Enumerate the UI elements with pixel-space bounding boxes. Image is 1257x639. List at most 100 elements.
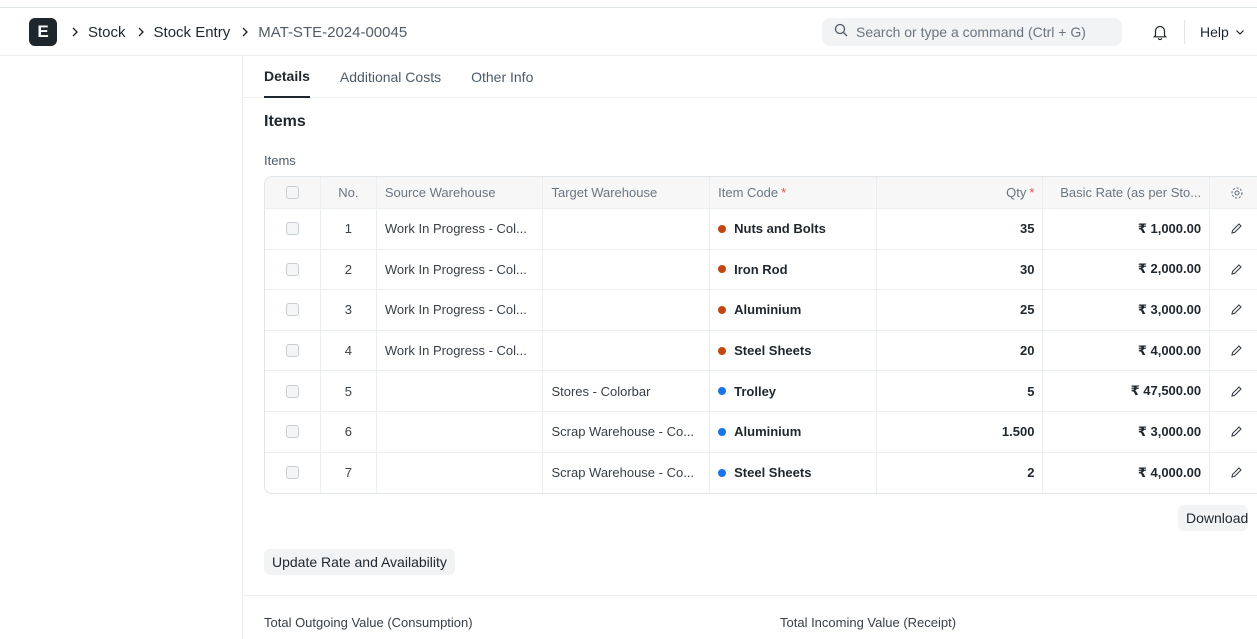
gear-icon[interactable]	[1230, 186, 1244, 200]
item-code-cell[interactable]: Aluminium	[710, 290, 877, 330]
table-row[interactable]: 6 Scrap Warehouse - Co... Aluminium 1.500 ₹ …	[265, 411, 1257, 453]
edit-icon[interactable]	[1230, 344, 1243, 357]
row-select-cell	[265, 249, 321, 290]
breadcrumb: Stock Stock Entry MAT-STE-2024-00045	[70, 8, 417, 56]
row-select-cell	[265, 371, 321, 411]
table-row[interactable]: 7 Scrap Warehouse - Co... Steel Sheets 2 ₹ 4…	[265, 452, 1257, 494]
row-checkbox[interactable]	[285, 344, 299, 358]
source-warehouse-cell[interactable]: Work In Progress - Col...	[377, 249, 544, 290]
table-row[interactable]: 4 Work In Progress - Col... Steel Sheets 20…	[265, 330, 1257, 372]
edit-icon[interactable]	[1230, 466, 1243, 479]
table-header: No. Source Warehouse Target Warehouse It…	[265, 177, 1257, 209]
help-label: Help	[1200, 24, 1229, 40]
table-body: 1 Work In Progress - Col... Nuts and Bolts…	[265, 209, 1257, 494]
help-dropdown[interactable]: Help	[1200, 24, 1245, 40]
header-target-warehouse: Target Warehouse	[543, 177, 711, 208]
update-rate-button[interactable]: Update Rate and Availability	[264, 549, 455, 575]
navbar: E Stock Stock Entry MAT-STE-2024-00045 H…	[0, 8, 1257, 56]
row-number: 2	[321, 249, 377, 290]
download-button[interactable]: Download	[1178, 505, 1249, 531]
basic-rate-cell[interactable]: ₹ 2,000.00	[1043, 249, 1211, 290]
table-row[interactable]: 2 Work In Progress - Col... Iron Rod 30 ₹ 2,…	[265, 249, 1257, 291]
row-number: 4	[321, 330, 377, 371]
item-code: Aluminium	[734, 302, 802, 318]
header-basic-rate: Basic Rate (as per Sto...	[1043, 177, 1211, 208]
item-code-cell[interactable]: Trolley	[710, 371, 877, 411]
item-code: Nuts and Bolts	[734, 221, 826, 237]
target-warehouse-cell[interactable]: Stores - Colorbar	[543, 371, 711, 411]
tab-other-info[interactable]: Other Info	[471, 56, 533, 98]
row-action-cell	[1210, 290, 1257, 330]
tab-additional-costs[interactable]: Additional Costs	[340, 56, 441, 98]
main-content: Details Additional Costs Other Info Item…	[244, 56, 1257, 639]
edit-icon[interactable]	[1230, 263, 1243, 276]
search-bar[interactable]	[822, 18, 1122, 46]
qty-cell[interactable]: 35	[877, 209, 1044, 249]
chevron-right-icon	[136, 27, 146, 37]
basic-rate-cell[interactable]: ₹ 3,000.00	[1043, 411, 1211, 452]
search-input[interactable]	[856, 24, 1116, 40]
basic-rate-cell[interactable]: ₹ 4,000.00	[1043, 330, 1211, 371]
tab-details[interactable]: Details	[264, 56, 310, 98]
source-warehouse-cell[interactable]	[377, 371, 544, 411]
row-checkbox[interactable]	[285, 303, 299, 317]
basic-rate-cell[interactable]: ₹ 47,500.00	[1043, 371, 1211, 411]
edit-icon[interactable]	[1230, 385, 1243, 398]
item-code-cell[interactable]: Steel Sheets	[710, 452, 877, 494]
search-icon	[834, 23, 848, 42]
qty-cell[interactable]: 2	[877, 452, 1044, 494]
status-dot	[718, 468, 727, 477]
row-checkbox[interactable]	[285, 466, 299, 480]
source-warehouse-cell[interactable]: Work In Progress - Col...	[377, 209, 544, 249]
table-row[interactable]: 3 Work In Progress - Col... Aluminium 25 ₹ 3…	[265, 290, 1257, 331]
item-code-cell[interactable]: Aluminium	[710, 411, 877, 452]
select-all-checkbox[interactable]	[285, 186, 299, 199]
basic-rate-cell[interactable]: ₹ 3,000.00	[1043, 290, 1211, 330]
source-warehouse-cell[interactable]: Work In Progress - Col...	[377, 330, 544, 371]
row-select-cell	[265, 330, 321, 371]
edit-icon[interactable]	[1230, 222, 1243, 235]
row-checkbox[interactable]	[285, 262, 299, 276]
basic-rate-cell[interactable]: ₹ 4,000.00	[1043, 452, 1211, 494]
target-warehouse-cell[interactable]: Scrap Warehouse - Co...	[543, 411, 711, 452]
row-checkbox[interactable]	[285, 222, 299, 236]
breadcrumb-stock[interactable]: Stock	[88, 24, 126, 41]
source-warehouse-cell[interactable]	[377, 411, 544, 452]
target-warehouse-cell[interactable]	[543, 290, 711, 330]
required-marker: *	[781, 185, 787, 200]
item-code-cell[interactable]: Nuts and Bolts	[710, 209, 877, 249]
status-dot	[718, 224, 727, 233]
row-number: 7	[321, 452, 377, 494]
row-checkbox[interactable]	[285, 384, 299, 398]
row-number: 1	[321, 209, 377, 249]
breadcrumb-stock-entry[interactable]: Stock Entry	[154, 24, 231, 41]
item-code-cell[interactable]: Iron Rod	[710, 249, 877, 290]
select-all-cell	[265, 177, 321, 208]
qty-cell[interactable]: 30	[877, 249, 1044, 290]
source-warehouse-cell[interactable]: Work In Progress - Col...	[377, 290, 544, 330]
row-action-cell	[1210, 412, 1257, 452]
sidebar	[0, 56, 243, 639]
target-warehouse-cell[interactable]	[543, 209, 711, 249]
edit-icon[interactable]	[1230, 303, 1243, 316]
app-logo[interactable]: E	[29, 18, 57, 46]
target-warehouse-cell[interactable]	[543, 249, 711, 290]
qty-cell[interactable]: 5	[877, 371, 1044, 411]
table-row[interactable]: 5 Stores - Colorbar Trolley 5 ₹ 47,500.00	[265, 371, 1257, 412]
status-dot	[718, 427, 727, 436]
item-code-cell[interactable]: Steel Sheets	[710, 330, 877, 371]
source-warehouse-cell[interactable]	[377, 452, 544, 494]
column-settings-cell	[1210, 177, 1257, 208]
table-row[interactable]: 1 Work In Progress - Col... Nuts and Bolts…	[265, 209, 1257, 250]
basic-rate-cell[interactable]: ₹ 1,000.00	[1043, 209, 1211, 249]
row-checkbox[interactable]	[285, 425, 299, 439]
target-warehouse-cell[interactable]: Scrap Warehouse - Co...	[543, 452, 711, 494]
header-qty-label: Qty	[1006, 185, 1027, 200]
qty-cell[interactable]: 25	[877, 290, 1044, 330]
qty-cell[interactable]: 20	[877, 330, 1044, 371]
edit-icon[interactable]	[1230, 425, 1243, 438]
bell-icon[interactable]	[1151, 23, 1169, 41]
qty-cell[interactable]: 1.500	[877, 411, 1044, 452]
target-warehouse-cell[interactable]	[543, 330, 711, 371]
status-dot	[718, 346, 727, 355]
